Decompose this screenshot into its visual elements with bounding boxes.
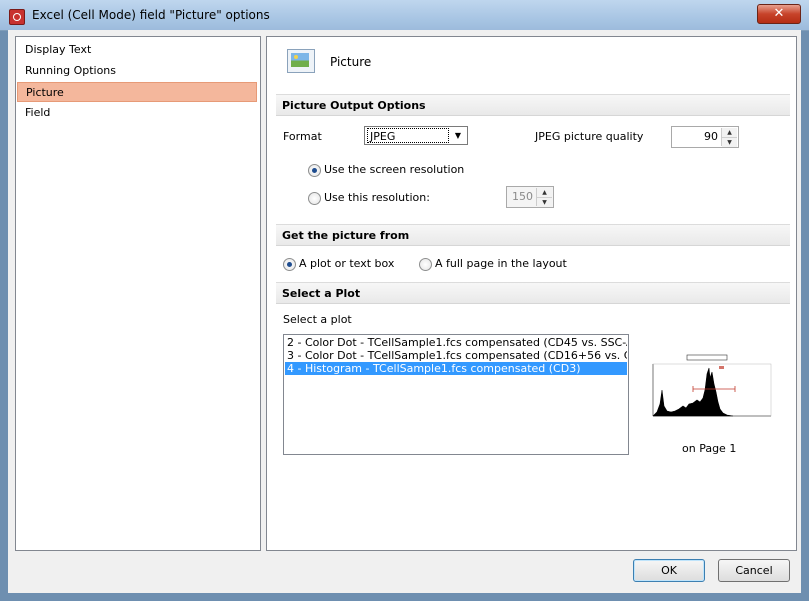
- cancel-button[interactable]: Cancel: [718, 559, 790, 582]
- window-title: Excel (Cell Mode) field "Picture" option…: [32, 8, 270, 22]
- custom-resolution-radio[interactable]: [308, 192, 321, 205]
- plot-source-radio[interactable]: [283, 258, 296, 271]
- app-icon: [9, 9, 25, 25]
- page-caption: on Page 1: [682, 442, 737, 455]
- quality-label: JPEG picture quality: [535, 130, 644, 143]
- plot-source-label[interactable]: A plot or text box: [299, 257, 394, 270]
- resolution-value: 150: [512, 190, 533, 203]
- spin-down-icon[interactable]: ▼: [537, 197, 552, 207]
- list-item[interactable]: 4 - Histogram - TCellSample1.fcs compens…: [285, 362, 627, 375]
- ok-button[interactable]: OK: [633, 559, 705, 582]
- screen-resolution-radio[interactable]: [308, 164, 321, 177]
- resolution-spin-buttons: ▲ ▼: [536, 188, 552, 207]
- format-value: JPEG: [367, 128, 449, 143]
- options-nav: Display Text Running Options Picture Fie…: [15, 36, 261, 551]
- resolution-stepper[interactable]: 150 ▲ ▼: [506, 186, 554, 208]
- close-button[interactable]: ✕: [757, 4, 801, 24]
- dialog-body: Display Text Running Options Picture Fie…: [8, 30, 801, 593]
- spin-down-icon[interactable]: ▼: [722, 137, 737, 147]
- page-source-label[interactable]: A full page in the layout: [435, 257, 567, 270]
- nav-item-picture[interactable]: Picture: [17, 82, 257, 102]
- screen-resolution-label[interactable]: Use the screen resolution: [324, 163, 464, 176]
- title-bar[interactable]: Excel (Cell Mode) field "Picture" option…: [0, 0, 809, 31]
- select-plot-label: Select a plot: [283, 313, 352, 326]
- list-item[interactable]: 2 - Color Dot - TCellSample1.fcs compens…: [285, 336, 627, 349]
- format-label: Format: [283, 130, 322, 143]
- nav-item-running-options[interactable]: Running Options: [17, 61, 257, 81]
- spin-up-icon[interactable]: ▲: [537, 188, 552, 197]
- quality-value: 90: [704, 130, 718, 143]
- section-select-plot: Select a Plot: [276, 282, 790, 304]
- page-source-radio[interactable]: [419, 258, 432, 271]
- chevron-down-icon[interactable]: ▼: [451, 129, 465, 142]
- quality-stepper[interactable]: 90 ▲ ▼: [671, 126, 739, 148]
- spin-up-icon[interactable]: ▲: [722, 128, 737, 137]
- quality-spin-buttons: ▲ ▼: [721, 128, 737, 147]
- custom-resolution-label[interactable]: Use this resolution:: [324, 191, 430, 204]
- plot-listbox[interactable]: 2 - Color Dot - TCellSample1.fcs compens…: [283, 334, 629, 455]
- format-dropdown[interactable]: JPEG ▼: [364, 126, 468, 145]
- nav-item-display-text[interactable]: Display Text: [17, 40, 257, 60]
- plot-preview-thumbnail: [652, 354, 772, 417]
- section-output-options: Picture Output Options: [276, 94, 790, 116]
- picture-icon: [287, 49, 315, 73]
- section-picture-source: Get the picture from: [276, 224, 790, 246]
- options-panel: Picture Picture Output Options Format JP…: [266, 36, 797, 551]
- nav-item-field[interactable]: Field: [17, 103, 257, 123]
- panel-title: Picture: [330, 55, 372, 69]
- list-item[interactable]: 3 - Color Dot - TCellSample1.fcs compens…: [285, 349, 627, 362]
